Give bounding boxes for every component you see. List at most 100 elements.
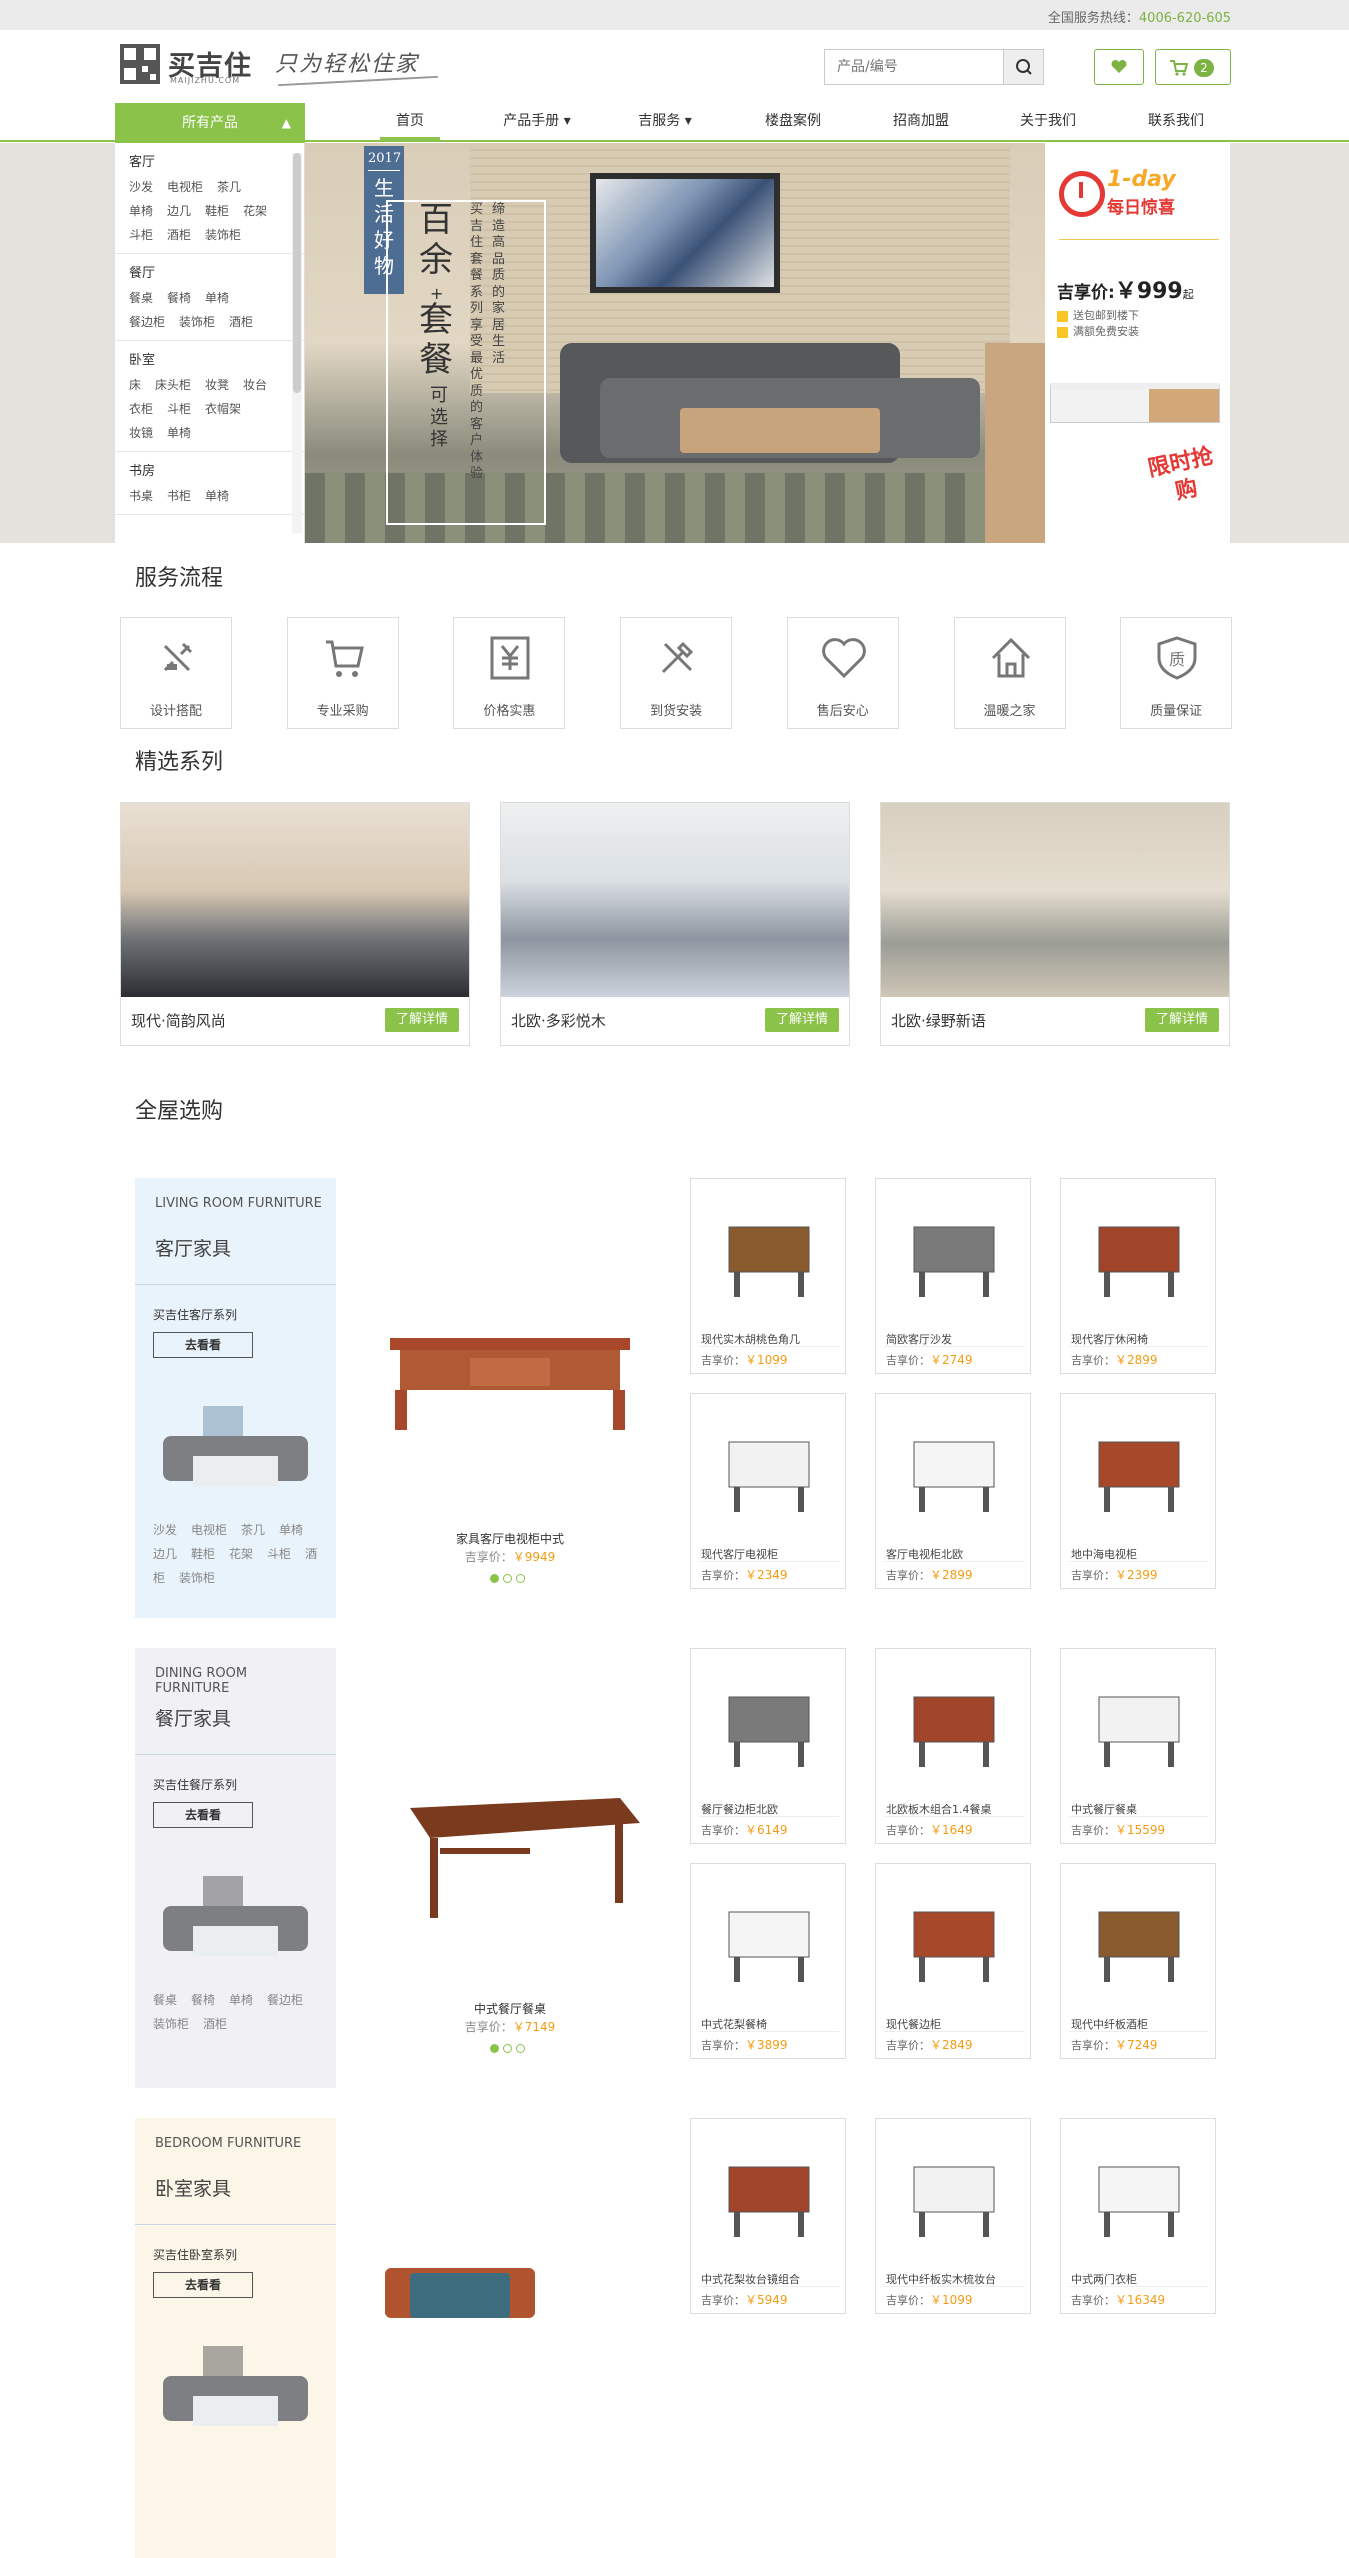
category-item[interactable]: 装饰柜 [205, 223, 241, 247]
category-item[interactable]: 衣柜 [129, 397, 153, 421]
product-card[interactable]: 现代客厅休闲椅 吉享价：￥2899 [1060, 1178, 1216, 1374]
category-item[interactable]: 床 [129, 373, 141, 397]
pager-dot[interactable] [503, 1574, 512, 1583]
product-card[interactable]: 中式餐厅餐桌 吉享价：￥15599 [1060, 1648, 1216, 1844]
favorites-button[interactable] [1094, 49, 1144, 85]
nav-product-manual[interactable]: 产品手册 ▾ [482, 110, 592, 130]
category-item[interactable]: 沙发 [129, 175, 153, 199]
category-tag[interactable]: 装饰柜 [153, 2017, 189, 2031]
go-see-button[interactable]: 去看看 [153, 2272, 253, 2298]
category-item[interactable]: 妆台 [243, 373, 267, 397]
product-image[interactable] [699, 1402, 839, 1542]
scroll-thumb[interactable] [293, 153, 301, 393]
series-detail-button[interactable]: 了解详情 [765, 1008, 839, 1032]
pager-dot[interactable] [516, 1574, 525, 1583]
category-tag[interactable]: 餐椅 [191, 1993, 215, 2007]
product-image[interactable] [699, 1187, 839, 1327]
featured-product[interactable] [350, 2118, 670, 2558]
product-card[interactable]: 现代餐边柜 吉享价：￥2849 [875, 1863, 1031, 2059]
product-card[interactable]: 现代客厅电视柜 吉享价：￥2349 [690, 1393, 846, 1589]
nav-franchise[interactable]: 招商加盟 [866, 110, 976, 130]
category-item[interactable]: 妆凳 [205, 373, 229, 397]
pager-dot[interactable] [516, 2044, 525, 2053]
pager-dot[interactable] [490, 1574, 499, 1583]
category-tag[interactable]: 单椅 [279, 1523, 303, 1537]
service-home[interactable]: 温暖之家 [953, 617, 1066, 729]
product-card[interactable]: 地中海电视柜 吉享价：￥2399 [1060, 1393, 1216, 1589]
category-tag[interactable]: 鞋柜 [191, 1547, 215, 1561]
product-image[interactable] [1069, 2127, 1209, 2267]
service-heart[interactable]: 售后安心 [786, 617, 899, 729]
menu-scrollbar[interactable] [292, 153, 302, 533]
product-image[interactable] [699, 2127, 839, 2267]
category-item[interactable]: 电视柜 [167, 175, 203, 199]
nav-about[interactable]: 关于我们 [993, 110, 1103, 130]
service-tools[interactable]: 到货安装 [620, 617, 733, 729]
category-tag[interactable]: 餐边柜 [267, 1993, 303, 2007]
category-item[interactable]: 酒柜 [229, 310, 253, 334]
nav-cases[interactable]: 楼盘案例 [738, 110, 848, 130]
pager-dot[interactable] [503, 2044, 512, 2053]
daily-deal-panel[interactable]: 1-day 每日惊喜 吉享价:￥999起 送包邮到楼下 满额免费安装 限时抢购 [1045, 143, 1230, 543]
featured-product[interactable]: 家具客厅电视柜中式 吉享价：￥9949 [350, 1178, 670, 1618]
cart-button[interactable]: 2 [1155, 49, 1231, 85]
category-item[interactable]: 床头柜 [155, 373, 191, 397]
category-title[interactable]: 书房 [129, 460, 290, 479]
product-card[interactable]: 简欧客厅沙发 吉享价：￥2749 [875, 1178, 1031, 1374]
service-yen[interactable]: 价格实惠 [453, 617, 566, 729]
category-tag[interactable]: 沙发 [153, 1523, 177, 1537]
series-detail-button[interactable]: 了解详情 [385, 1008, 459, 1032]
product-card[interactable]: 北欧板木组合1.4餐桌 吉享价：￥1649 [875, 1648, 1031, 1844]
all-products-button[interactable]: 所有产品 ▲ [115, 103, 305, 143]
featured-product-image[interactable] [370, 1778, 650, 1928]
series-card[interactable]: 北欧·多彩悦木 了解详情 [500, 802, 850, 1046]
series-image[interactable] [881, 803, 1229, 997]
category-tag[interactable]: 电视柜 [191, 1523, 227, 1537]
featured-product[interactable]: 中式餐厅餐桌 吉享价：￥7149 [350, 1648, 670, 2088]
category-item[interactable]: 酒柜 [167, 223, 191, 247]
service-design[interactable]: 设计搭配 [120, 617, 232, 729]
category-item[interactable]: 斗柜 [129, 223, 153, 247]
category-tag[interactable]: 装饰柜 [179, 1571, 215, 1585]
category-title[interactable]: 卧室 [129, 349, 290, 368]
product-card[interactable]: 现代中纤板实木梳妆台 吉享价：￥1099 [875, 2118, 1031, 2314]
series-image[interactable] [501, 803, 849, 997]
product-card[interactable]: 现代中纤板酒柜 吉享价：￥7249 [1060, 1863, 1216, 2059]
category-item[interactable]: 书桌 [129, 484, 153, 508]
product-card[interactable]: 现代实木胡桃色角几 吉享价：￥1099 [690, 1178, 846, 1374]
product-card[interactable]: 中式花梨妆台镜组合 吉享价：￥5949 [690, 2118, 846, 2314]
featured-product-image[interactable] [370, 2258, 650, 2318]
category-tag[interactable]: 斗柜 [267, 1547, 291, 1561]
category-item[interactable]: 书柜 [167, 484, 191, 508]
product-image[interactable] [1069, 1872, 1209, 2012]
search-button[interactable] [1003, 50, 1043, 84]
product-image[interactable] [884, 1187, 1024, 1327]
pager-dot[interactable] [490, 2044, 499, 2053]
go-see-button[interactable]: 去看看 [153, 1332, 253, 1358]
category-item[interactable]: 单椅 [167, 421, 191, 445]
service-cart[interactable]: 专业采购 [286, 617, 399, 729]
nav-services[interactable]: 吉服务 ▾ [610, 110, 720, 130]
product-image[interactable] [884, 1402, 1024, 1542]
series-card[interactable]: 现代·简韵风尚 了解详情 [120, 802, 470, 1046]
category-item[interactable]: 单椅 [129, 199, 153, 223]
service-shield[interactable]: 质质量保证 [1120, 617, 1233, 729]
product-image[interactable] [699, 1872, 839, 2012]
series-card[interactable]: 北欧·绿野新语 了解详情 [880, 802, 1230, 1046]
category-tag[interactable]: 酒柜 [203, 2017, 227, 2031]
nav-home[interactable]: 首页 [355, 110, 465, 140]
product-image[interactable] [699, 1657, 839, 1797]
category-tag[interactable]: 茶几 [241, 1523, 265, 1537]
product-image[interactable] [1069, 1657, 1209, 1797]
logo[interactable]: 买吉住 MAIJIZHU.COM [120, 42, 260, 90]
category-tag[interactable]: 花架 [229, 1547, 253, 1561]
category-tag[interactable]: 单椅 [229, 1993, 253, 2007]
category-item[interactable]: 餐边柜 [129, 310, 165, 334]
product-card[interactable]: 客厅电视柜北欧 吉享价：￥2899 [875, 1393, 1031, 1589]
product-image[interactable] [1069, 1187, 1209, 1327]
category-item[interactable]: 花架 [243, 199, 267, 223]
category-item[interactable]: 餐桌 [129, 286, 153, 310]
product-card[interactable]: 中式花梨餐椅 吉享价：￥3899 [690, 1863, 846, 2059]
category-item[interactable]: 斗柜 [167, 397, 191, 421]
category-item[interactable]: 边几 [167, 199, 191, 223]
